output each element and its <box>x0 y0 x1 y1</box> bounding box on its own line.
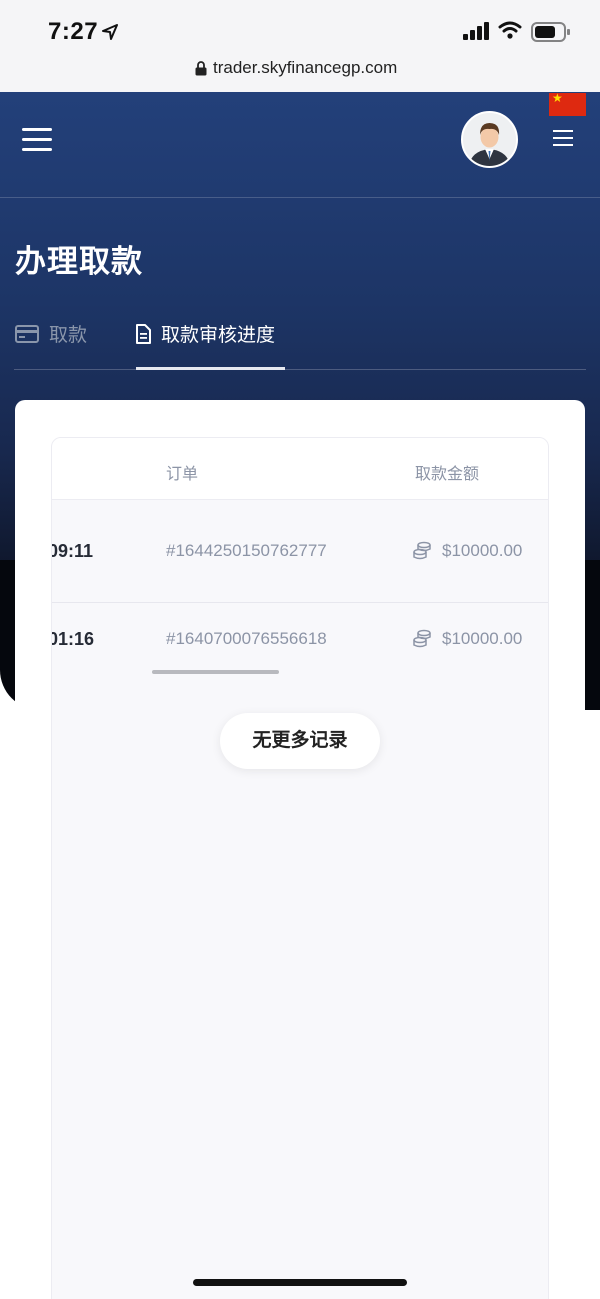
horizontal-scrollbar[interactable] <box>152 670 279 674</box>
row-amount-value: $10000.00 <box>442 541 523 560</box>
cellular-signal-icon <box>463 22 489 40</box>
table-header: 订单 取款金额 <box>52 438 548 500</box>
no-more-records-pill: 无更多记录 <box>220 713 380 769</box>
lock-icon <box>195 60 207 75</box>
flag-star-icon: ★ <box>552 91 563 105</box>
hamburger-line <box>22 148 52 151</box>
tab-withdraw-label: 取款 <box>49 325 88 346</box>
home-indicator[interactable] <box>193 1279 407 1286</box>
row-order-number: #1644250150762777 <box>166 541 327 560</box>
hamburger-line <box>22 138 52 141</box>
coins-icon <box>413 541 431 560</box>
row-time: 09:11 <box>51 541 94 561</box>
location-arrow-icon <box>102 24 118 40</box>
language-flag-cn[interactable]: ★ <box>549 91 586 116</box>
menu-line <box>553 144 573 146</box>
withdrawal-table[interactable]: 订单 取款金额 09:11 #1644250150762777 $10000.0… <box>51 437 549 1299</box>
page-title: 办理取款 <box>15 244 143 279</box>
coins-icon <box>413 629 431 648</box>
nav-divider <box>0 197 600 198</box>
row-amount: $10000.00 <box>412 629 522 649</box>
user-avatar-icon <box>463 113 516 166</box>
tabs-divider <box>14 369 586 370</box>
hamburger-menu-button[interactable] <box>22 128 52 152</box>
user-avatar[interactable] <box>461 111 518 168</box>
row-order-number: #1640700076556618 <box>166 629 327 648</box>
status-bar: 7:27 <box>0 0 600 60</box>
credit-card-icon <box>15 324 39 343</box>
row-amount: $10000.00 <box>412 541 522 561</box>
tab-withdraw-progress-label: 取款审核进度 <box>161 325 276 346</box>
column-header-order: 订单 <box>166 466 199 483</box>
menu-line <box>553 130 573 132</box>
tab-withdraw-progress[interactable]: 取款审核进度 <box>135 320 275 347</box>
row-time: 01:16 <box>51 629 95 649</box>
menu-line <box>553 137 573 139</box>
url-text: trader.skyfinancegp.com <box>213 58 398 77</box>
status-time: 7:27 <box>48 18 99 45</box>
url-bar[interactable]: trader.skyfinancegp.com <box>0 52 600 92</box>
column-header-amount: 取款金额 <box>415 466 480 483</box>
wifi-icon <box>498 21 522 39</box>
document-icon <box>136 323 151 344</box>
battery-icon <box>531 22 570 42</box>
hamburger-line <box>22 128 52 131</box>
table-row: 09:11 #1644250150762777 $10000.00 <box>51 500 548 603</box>
tab-withdraw[interactable]: 取款 <box>15 320 87 347</box>
table-row: 01:16 #1640700076556618 $10000.00 <box>51 603 548 673</box>
secondary-menu-button[interactable] <box>553 130 573 146</box>
active-tab-indicator <box>136 367 285 370</box>
row-amount-value: $10000.00 <box>442 629 523 648</box>
